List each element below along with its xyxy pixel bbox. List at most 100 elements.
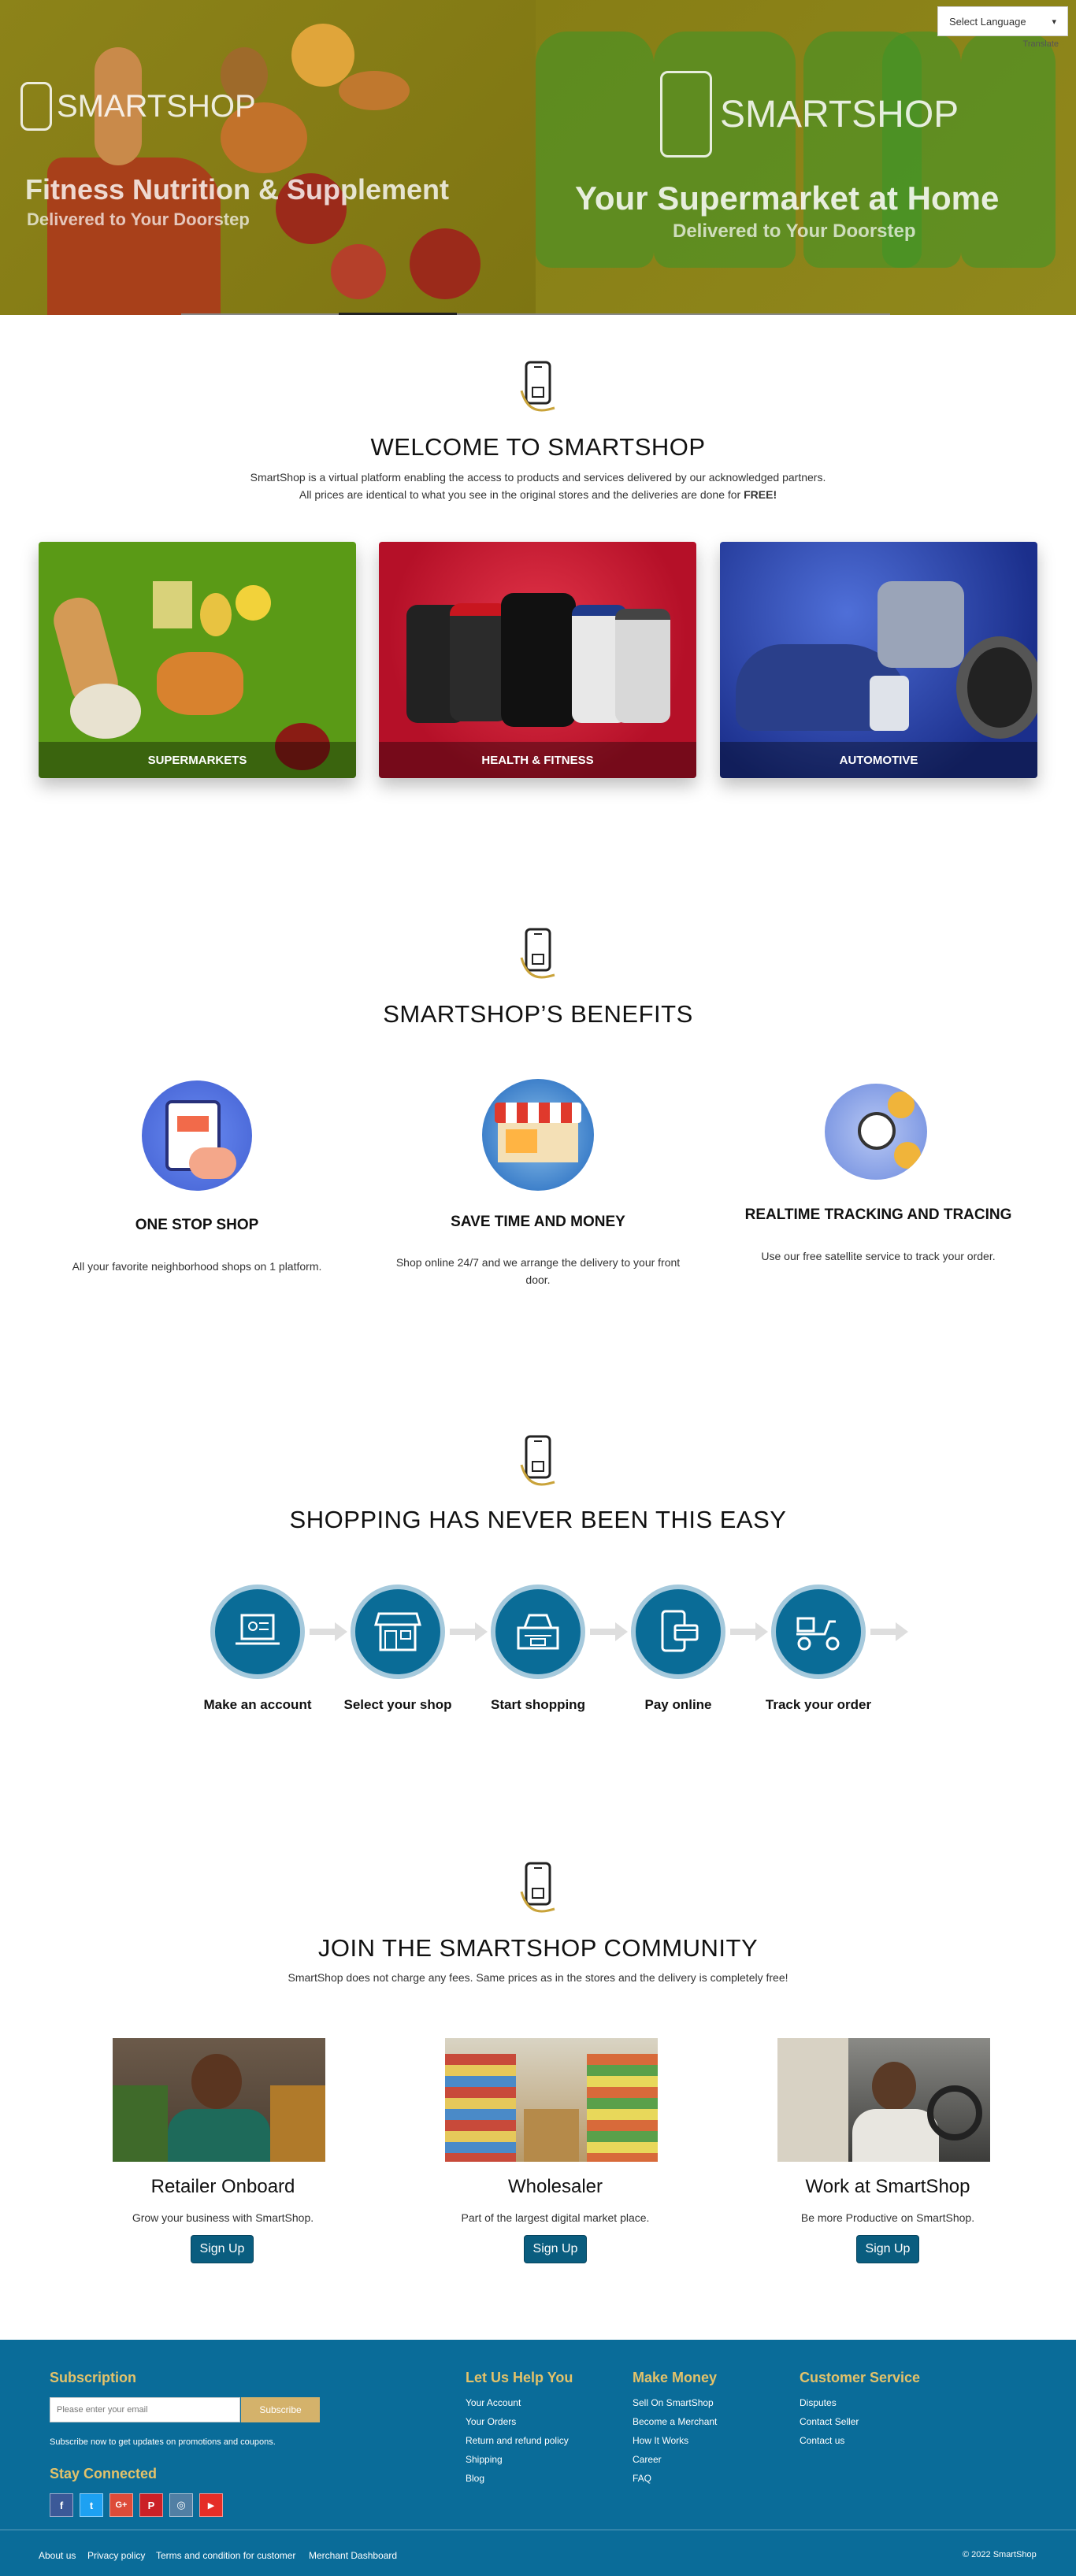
cabbage-image (70, 684, 141, 739)
step-label: Track your order (765, 1697, 872, 1712)
benefit-text: Use our free satellite service to track … (761, 1250, 996, 1262)
step-circle-select-shop (351, 1585, 445, 1679)
community-item-title: Retailer Onboard (150, 2176, 295, 2197)
instagram-icon[interactable]: ◎ (169, 2493, 193, 2517)
croissant-image (339, 71, 410, 110)
welcome-line-2: All prices are identical to what you see… (0, 486, 1076, 503)
supplement-jar-image (501, 593, 576, 727)
chevron-down-icon: ▾ (1052, 17, 1056, 27)
step-circle-track-order (771, 1585, 866, 1679)
work-signup-button[interactable]: Sign Up (856, 2235, 919, 2263)
step-circle-start-shopping (491, 1585, 585, 1679)
footer-link-terms[interactable]: Terms and condition for customer (156, 2550, 295, 2561)
footer-link-disputes[interactable]: Disputes (800, 2397, 837, 2408)
wholesaler-photo (445, 2038, 658, 2162)
community-item-title: Work at SmartShop (805, 2176, 970, 2197)
footer-link-how-it-works[interactable]: How It Works (633, 2435, 688, 2446)
driver-photo (777, 2038, 990, 2162)
slider-indicator-active[interactable] (339, 313, 457, 315)
language-select-value: Select Language (949, 15, 1026, 28)
benefits-title: SMARTSHOP’S BENEFITS (383, 1000, 693, 1028)
footer-link-shipping[interactable]: Shipping (466, 2454, 503, 2465)
supplement-jar-image (450, 603, 509, 721)
community-item-text: Be more Productive on SmartShop. (800, 2211, 975, 2224)
category-card-automotive[interactable]: AUTOMOTIVE (720, 542, 1037, 778)
scooter-icon (796, 1617, 840, 1651)
subscription-email-input[interactable]: Please enter your email (50, 2397, 240, 2422)
hero-slide-supermarket: SMARTSHOP Your Supermarket at Home Deliv… (536, 0, 1076, 315)
engine-image (877, 581, 964, 668)
welcome-line-1: SmartShop is a virtual platform enabling… (250, 471, 826, 484)
footer-link-contact-seller[interactable]: Contact Seller (800, 2416, 859, 2427)
hero-slide-supplement: SMARTSHOP Fitness Nutrition & Supplement… (0, 0, 536, 315)
tire-image (956, 636, 1037, 739)
pinterest-icon[interactable]: P (139, 2493, 163, 2517)
cheese-image (153, 581, 192, 628)
shop-icon (374, 1612, 421, 1651)
step-label: Select your shop (343, 1697, 452, 1712)
avocado-image (200, 593, 232, 636)
arrow-right-icon (730, 1622, 768, 1641)
supplement-jar-image (961, 32, 1056, 268)
footer-link-your-account[interactable]: Your Account (466, 2397, 521, 2408)
benefit-title: REALTIME TRACKING AND TRACING (744, 1206, 1012, 1223)
subscribe-button[interactable]: Subscribe (241, 2397, 320, 2422)
category-card-supermarkets[interactable]: SUPERMARKETS (39, 542, 356, 778)
footer-link-contact-us[interactable]: Contact us (800, 2435, 844, 2446)
category-card-health-fitness[interactable]: HEALTH & FITNESS (379, 542, 696, 778)
hero-logo: SMARTSHOP (660, 71, 959, 158)
oil-can-image (870, 676, 909, 731)
arrow-right-icon (870, 1622, 908, 1641)
language-select[interactable]: Select Language ▾ (937, 6, 1068, 36)
footer-link-merchant-dashboard[interactable]: Merchant Dashboard (309, 2550, 397, 2561)
slider-indicator[interactable] (457, 313, 890, 315)
footer-link-sell[interactable]: Sell On SmartShop (633, 2397, 714, 2408)
category-label: SUPERMARKETS (39, 742, 356, 778)
benefit-text: All your favorite neighborhood shops on … (72, 1260, 322, 1273)
footer-link-your-orders[interactable]: Your Orders (466, 2416, 516, 2427)
twitter-icon[interactable]: t (80, 2493, 103, 2517)
footer-link-merchant[interactable]: Become a Merchant (633, 2416, 717, 2427)
step-label: Pay online (644, 1697, 712, 1712)
hero-subtitle: Delivered to Your Doorstep (27, 209, 250, 229)
footer-link-blog[interactable]: Blog (466, 2473, 484, 2484)
arrow-right-icon (310, 1622, 347, 1641)
footer-link-about[interactable]: About us (39, 2550, 76, 2561)
copyright: © 2022 SmartShop (963, 2550, 1037, 2559)
storefront-illustration (482, 1079, 594, 1191)
smartshop-phone-icon (520, 1862, 555, 1913)
croissant-image (157, 652, 243, 715)
footer-link-faq[interactable]: FAQ (633, 2473, 651, 2484)
step-label: Make an account (203, 1697, 312, 1712)
footer-link-return-refund[interactable]: Return and refund policy (466, 2435, 569, 2446)
facebook-icon[interactable]: f (50, 2493, 73, 2517)
welcome-line-2-text: All prices are identical to what you see… (299, 488, 744, 501)
hero-brand: SMARTSHOP (57, 88, 256, 124)
smartshop-phone-icon (520, 361, 555, 412)
hero-slider[interactable]: SMARTSHOP Fitness Nutrition & Supplement… (0, 0, 1076, 315)
translate-link[interactable]: Translate (1023, 39, 1059, 49)
slider-indicator[interactable] (181, 313, 339, 315)
benefit-title: SAVE TIME AND MONEY (451, 1214, 625, 1230)
footer-column-heading: Customer Service (800, 2370, 921, 2385)
arrow-right-icon (590, 1622, 628, 1641)
retailer-photo (113, 2038, 325, 2162)
arrow-right-icon (450, 1622, 488, 1641)
retailer-signup-button[interactable]: Sign Up (191, 2235, 254, 2263)
steps-title: SHOPPING HAS NEVER BEEN THIS EASY (289, 1506, 787, 1533)
youtube-icon[interactable]: ▶ (199, 2493, 223, 2517)
apple-image (331, 244, 386, 299)
benefit-text: Shop online 24/7 and we arrange the deli… (395, 1256, 681, 1286)
step-circle-pay-online (631, 1585, 725, 1679)
laptop-account-icon (236, 1614, 280, 1645)
wholesaler-signup-button[interactable]: Sign Up (524, 2235, 587, 2263)
footer-column-heading: Make Money (633, 2370, 718, 2385)
footer-column-heading: Let Us Help You (466, 2370, 573, 2385)
realtime-tracking-illustration (825, 1084, 927, 1180)
one-stop-shop-illustration (142, 1080, 252, 1191)
footer-link-career[interactable]: Career (633, 2454, 662, 2465)
welcome-title: WELCOME TO SMARTSHOP (370, 433, 706, 461)
footer-link-privacy[interactable]: Privacy policy (87, 2550, 145, 2561)
footer: Subscription Please enter your email Sub… (0, 2340, 1076, 2576)
google-plus-icon[interactable]: G+ (109, 2493, 133, 2517)
